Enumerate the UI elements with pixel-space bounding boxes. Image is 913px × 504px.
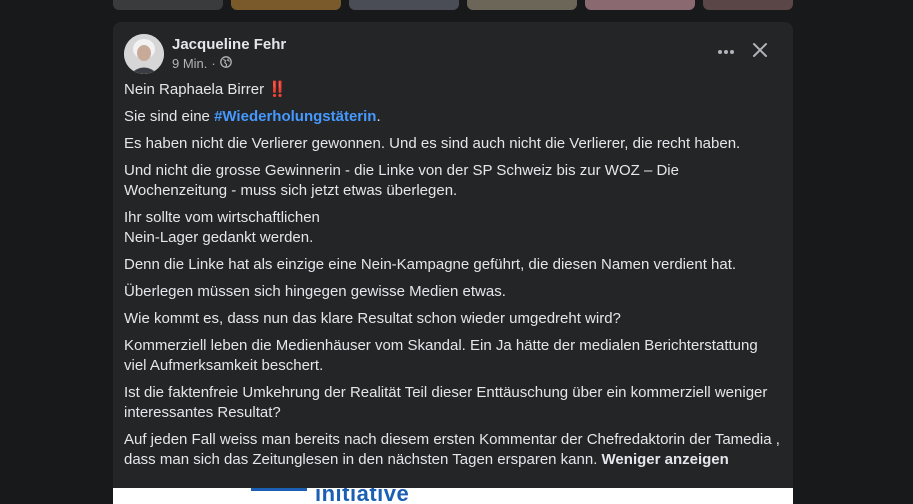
post-paragraph: Überlegen müssen sich hingegen gewisse M… — [124, 283, 506, 300]
post-paragraph: Denn die Linke hat als einzige eine Nein… — [124, 256, 737, 273]
post-card: Jacqueline Fehr 9 Min. · Nein Raphaela B… — [113, 22, 793, 504]
see-less-link[interactable]: Weniger anzeigen — [602, 451, 729, 468]
story-thumbnail[interactable] — [113, 0, 223, 10]
more-options-button[interactable] — [714, 40, 738, 64]
globe-icon — [219, 56, 232, 71]
post-paragraph: Ist die faktenfreie Umkehrung der Realit… — [124, 384, 768, 421]
image-graphic-bar — [251, 488, 307, 491]
more-icon — [718, 50, 734, 54]
avatar[interactable] — [124, 34, 164, 74]
story-thumbnail[interactable] — [231, 0, 341, 10]
post-paragraph: Und nicht die grosse Gewinnerin - die Li… — [124, 162, 679, 199]
double-exclamation-emoji: ‼️ — [268, 81, 287, 98]
post-paragraph: Sie sind eine #Wiederholungstäterin. — [124, 108, 381, 125]
story-thumbnail[interactable] — [585, 0, 695, 10]
post-image[interactable]: initiative — [113, 488, 793, 504]
post-meta: 9 Min. · — [172, 56, 232, 71]
image-caption-text: initiative — [315, 488, 410, 504]
post-paragraph: Nein Raphaela Birrer ‼️ — [124, 81, 287, 98]
author-name[interactable]: Jacqueline Fehr — [172, 36, 286, 53]
post-paragraph: Ihr sollte vom wirtschaftlichen Nein-Lage… — [124, 209, 320, 246]
story-thumbnail[interactable] — [467, 0, 577, 10]
stories-strip — [113, 0, 793, 10]
hashtag-link[interactable]: #Wiederholungstäterin — [214, 108, 376, 125]
post-paragraph: Kommerziell leben die Medienhäuser vom S… — [124, 337, 758, 374]
post-text: Nein Raphaela Birrer ‼️ Sie sind eine #W… — [124, 80, 784, 477]
close-button[interactable] — [748, 38, 772, 62]
post-timestamp[interactable]: 9 Min. — [172, 56, 207, 71]
post-paragraph: Es haben nicht die Verlierer gewonnen. U… — [124, 135, 741, 152]
story-thumbnail[interactable] — [349, 0, 459, 10]
post-paragraph: Auf jeden Fall weiss man bereits nach di… — [124, 431, 780, 468]
meta-separator: · — [211, 56, 216, 71]
close-icon — [753, 43, 767, 57]
post-header: Jacqueline Fehr 9 Min. · — [124, 32, 782, 74]
story-thumbnail[interactable] — [703, 0, 793, 10]
post-paragraph: Wie kommt es, dass nun das klare Resulta… — [124, 310, 621, 327]
